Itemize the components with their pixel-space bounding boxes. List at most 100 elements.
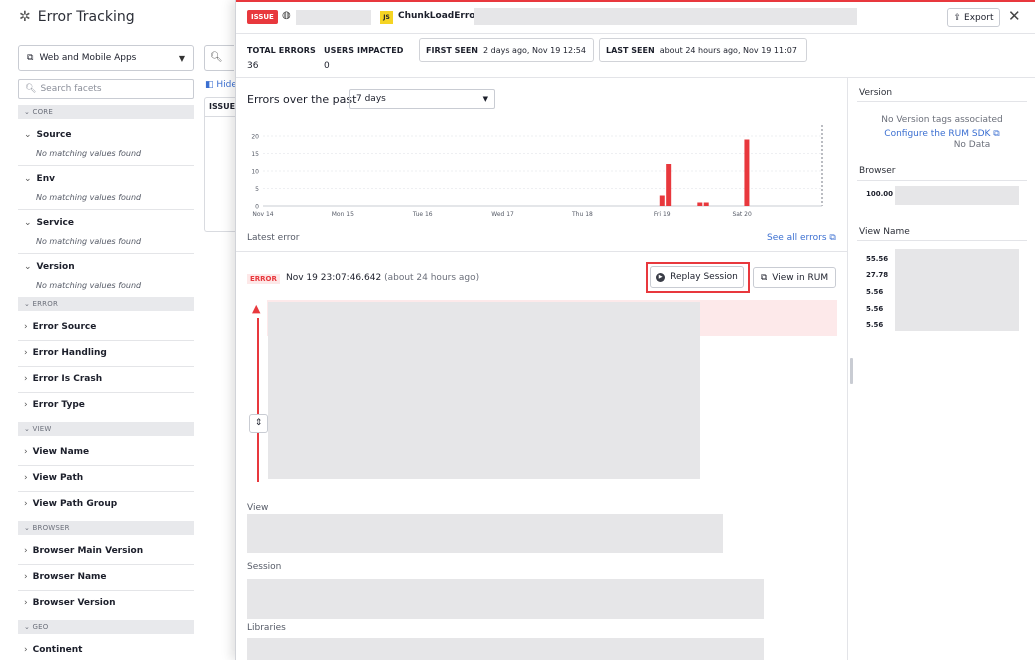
facet-browser-main-version[interactable]: › Browser Main Version	[24, 546, 143, 556]
chevron-right-icon: ›	[24, 322, 28, 332]
column-divider	[847, 78, 848, 660]
export-icon: ⇪	[953, 12, 962, 23]
replay-session-button[interactable]: ▶ Replay Session	[650, 266, 744, 288]
warning-icon: ▲	[252, 302, 261, 315]
chevron-right-icon: ›	[24, 473, 28, 483]
latest-error-label: Latest error	[247, 233, 300, 243]
view-name-value: 27.78	[866, 271, 889, 279]
facet-service[interactable]: ⌄ Service	[24, 218, 74, 228]
redacted-session-info	[247, 579, 764, 619]
redacted-libraries	[247, 638, 764, 660]
users-impacted-label: USERS IMPACTED	[324, 46, 404, 55]
hide-facets-button[interactable]: ◧ Hide	[205, 80, 237, 90]
divider	[18, 392, 194, 393]
errors-over-label: Errors over the past	[247, 93, 357, 106]
x-tick-label: Sat 20	[732, 211, 752, 218]
facet-error-type[interactable]: › Error Type	[24, 400, 85, 410]
expand-icon: ⇕	[254, 418, 263, 428]
period-select[interactable]: 7 days ▼	[349, 89, 495, 109]
scope-select[interactable]: ⧉ Web and Mobile Apps ▼	[18, 45, 194, 71]
facet-error-is-crash[interactable]: › Error Is Crash	[24, 374, 102, 384]
facet-note: No matching values found	[36, 281, 142, 290]
section-browser[interactable]: ⌄ BROWSER	[18, 521, 194, 535]
view-name-value: 55.56	[866, 255, 889, 263]
x-tick-label: Thu 18	[571, 211, 593, 218]
issue-side-panel: ISSUE ◍ JS ChunkLoadError: ⇪ Export ✕ TO…	[235, 0, 1035, 660]
divider	[18, 165, 194, 166]
see-all-errors-link[interactable]: See all errors ⧉	[767, 233, 836, 243]
chevron-down-icon: ⌄	[24, 218, 32, 228]
close-icon[interactable]: ✕	[1008, 7, 1021, 25]
panel-accent-line	[236, 0, 1035, 2]
facet-env[interactable]: ⌄ Env	[24, 174, 55, 184]
divider	[857, 180, 1027, 181]
facet-error-source[interactable]: › Error Source	[24, 322, 96, 332]
version-header: Version	[859, 88, 893, 98]
x-tick-label: Nov 14	[252, 211, 273, 218]
x-tick-label: Fri 19	[654, 211, 671, 218]
chevron-right-icon: ›	[24, 400, 28, 410]
chevron-right-icon: ›	[24, 546, 28, 556]
total-errors-value: 36	[247, 61, 259, 71]
facet-note: No matching values found	[36, 193, 142, 202]
redacted-error-message	[474, 8, 857, 25]
facet-version[interactable]: ⌄ Version	[24, 262, 75, 272]
facet-continent[interactable]: › Continent	[24, 645, 82, 655]
divider	[18, 253, 194, 254]
chevron-down-icon: ⌄	[24, 174, 32, 184]
divider	[18, 590, 194, 591]
stack-trace-marker	[257, 318, 259, 482]
external-link-icon: ⧉	[993, 129, 1000, 139]
view-section-label: View	[247, 503, 269, 513]
issue-search-input[interactable]: 🔍︎	[204, 45, 234, 71]
search-icon: 🔍︎	[210, 52, 223, 63]
redacted-view-url	[247, 514, 723, 553]
divider	[236, 251, 847, 252]
view-in-rum-button[interactable]: ⧉ View in RUM	[753, 267, 836, 288]
export-button[interactable]: ⇪ Export	[947, 8, 1000, 27]
rum-icon: ⧉	[760, 272, 768, 283]
y-tick-label: 15	[251, 151, 259, 158]
expand-stack-button[interactable]: ⇕	[249, 414, 268, 433]
globe-icon: ◍	[282, 10, 291, 21]
redacted-view-names	[895, 249, 1019, 331]
facet-view-path[interactable]: › View Path	[24, 473, 83, 483]
y-tick-label: 0	[255, 204, 259, 211]
divider	[18, 209, 194, 210]
y-tick-label: 10	[251, 169, 259, 176]
y-tick-label: 20	[251, 134, 259, 141]
no-data-label: No Data	[953, 140, 991, 150]
chart-bar	[659, 195, 665, 206]
section-geo[interactable]: ⌄ GEO	[18, 620, 194, 634]
facet-browser-version[interactable]: › Browser Version	[24, 598, 116, 608]
error-timestamp: Nov 19 23:07:46.642 (about 24 hours ago)	[286, 273, 480, 283]
chart-bar	[703, 202, 709, 206]
resize-handle[interactable]	[850, 358, 853, 384]
divider	[18, 465, 194, 466]
facet-note: No matching values found	[36, 149, 142, 158]
divider	[236, 33, 1035, 34]
chevron-right-icon: ›	[24, 572, 28, 582]
redacted-browser-name	[895, 186, 1019, 205]
section-core[interactable]: ⌄ CORE	[18, 105, 194, 119]
error-badge: ERROR	[247, 274, 280, 284]
facet-error-handling[interactable]: › Error Handling	[24, 348, 107, 358]
section-view[interactable]: ⌄ VIEW	[18, 422, 194, 436]
section-error[interactable]: ⌄ ERROR	[18, 297, 194, 311]
facet-search-placeholder: Search facets	[40, 84, 102, 94]
libraries-section-label: Libraries	[247, 623, 286, 633]
browser-header: Browser	[859, 166, 896, 176]
view-name-header: View Name	[859, 227, 910, 237]
app-title-text: Error Tracking	[37, 9, 135, 25]
facet-source[interactable]: ⌄ Source	[24, 130, 72, 140]
facet-browser-name[interactable]: › Browser Name	[24, 572, 107, 582]
facet-search-input[interactable]: 🔍︎ Search facets	[18, 79, 194, 99]
issue-error-type: ChunkLoadError:	[398, 11, 484, 21]
facet-view-name[interactable]: › View Name	[24, 447, 89, 457]
javascript-icon: JS	[380, 11, 393, 24]
y-tick-label: 5	[255, 186, 259, 193]
chevron-right-icon: ›	[24, 348, 28, 358]
view-name-value: 5.56	[866, 305, 884, 313]
facet-view-path-group[interactable]: › View Path Group	[24, 499, 117, 509]
configure-rum-sdk-link[interactable]: Configure the RUM SDK ⧉	[857, 129, 1027, 139]
